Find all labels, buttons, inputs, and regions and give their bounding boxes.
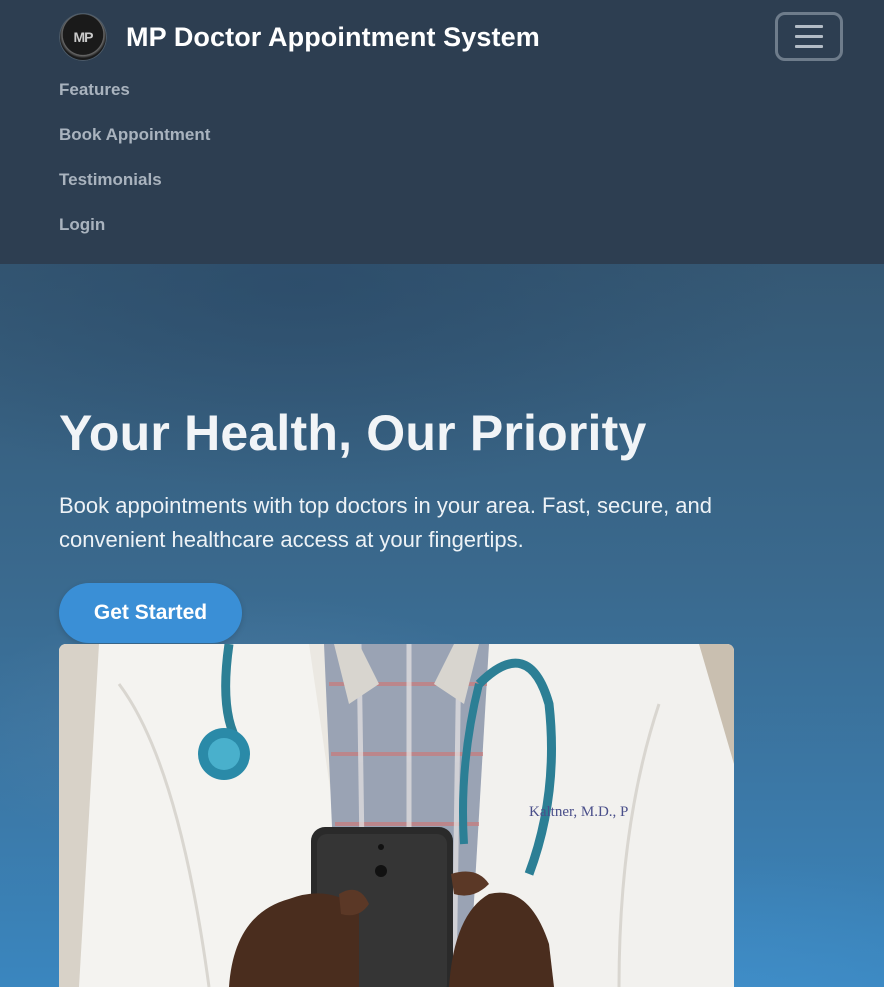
hero-image: Kaltner, M.D., P (59, 644, 734, 987)
hero-title: Your Health, Our Priority (59, 405, 647, 461)
nav-menu: Features Book Appointment Testimonials L… (59, 74, 210, 254)
brand-name: MP Doctor Appointment System (126, 21, 540, 52)
nav-link-book-appointment[interactable]: Book Appointment (59, 119, 210, 164)
get-started-button[interactable]: Get Started (59, 583, 242, 643)
doctor-illustration: Kaltner, M.D., P (59, 644, 734, 987)
navbar-toggle-button[interactable] (775, 12, 843, 61)
coat-name-text: Kaltner, M.D., P (529, 804, 628, 820)
hamburger-icon (795, 35, 823, 38)
hamburger-icon (795, 25, 823, 28)
hero-section: Your Health, Our Priority Book appointme… (0, 264, 884, 987)
hamburger-icon (795, 45, 823, 48)
brand-link[interactable]: MP MP Doctor Appointment System (59, 13, 540, 61)
navbar: MP MP Doctor Appointment System Features… (0, 0, 884, 264)
nav-link-testimonials[interactable]: Testimonials (59, 164, 210, 209)
nav-link-features[interactable]: Features (59, 74, 210, 119)
hero-subtitle: Book appointments with top doctors in yo… (59, 493, 713, 552)
mp-logo-icon: MP (59, 13, 107, 61)
nav-link-login[interactable]: Login (59, 209, 210, 254)
